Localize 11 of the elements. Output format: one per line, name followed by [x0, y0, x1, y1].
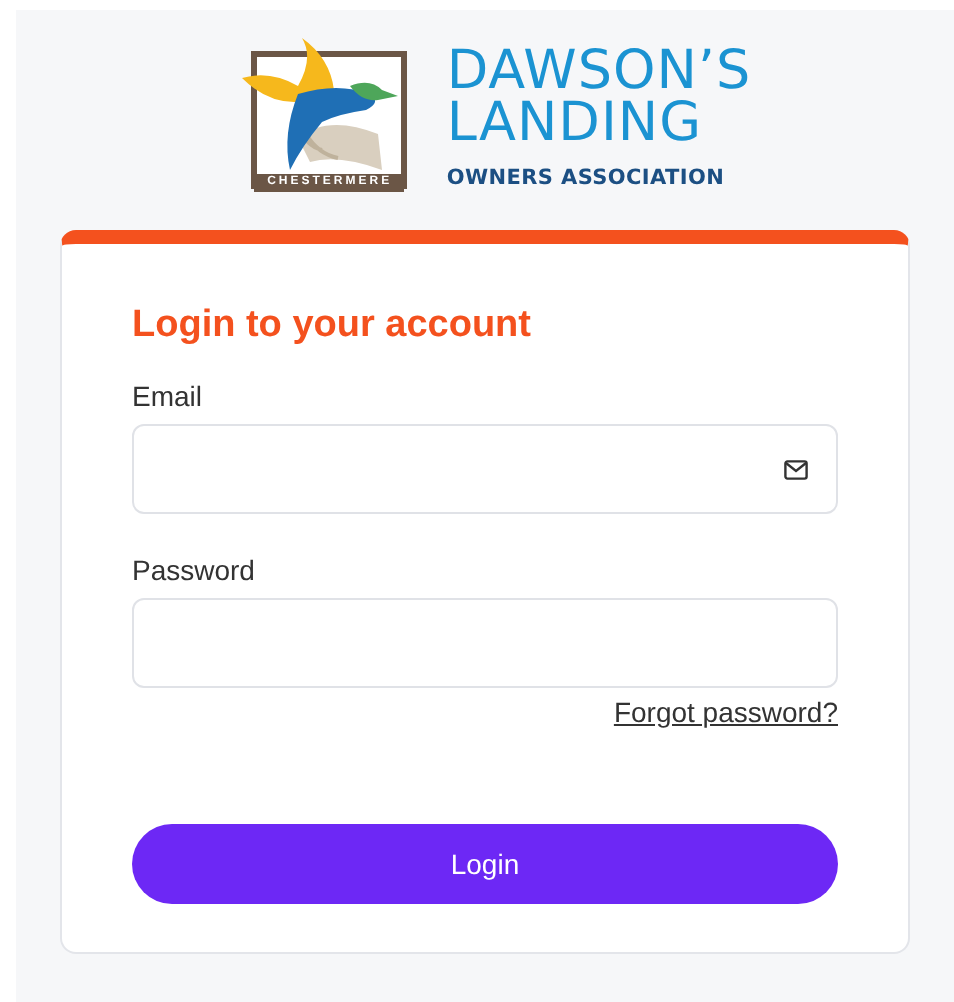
- email-field[interactable]: [132, 424, 838, 514]
- password-field[interactable]: [132, 598, 838, 688]
- logo-title: DAWSON’S: [446, 46, 752, 98]
- field-label: Password: [132, 554, 257, 586]
- login-heading: Login to your account: [132, 304, 533, 348]
- envelope-icon: [784, 459, 808, 479]
- forgot-password-link[interactable]: Forgot password?: [613, 696, 838, 728]
- logo-title: LANDING: [446, 98, 705, 150]
- field-label: Email: [132, 380, 205, 412]
- logo-subtitle: OWNERS ASSOCIATION: [446, 166, 727, 190]
- login-button[interactable]: Login: [132, 824, 838, 904]
